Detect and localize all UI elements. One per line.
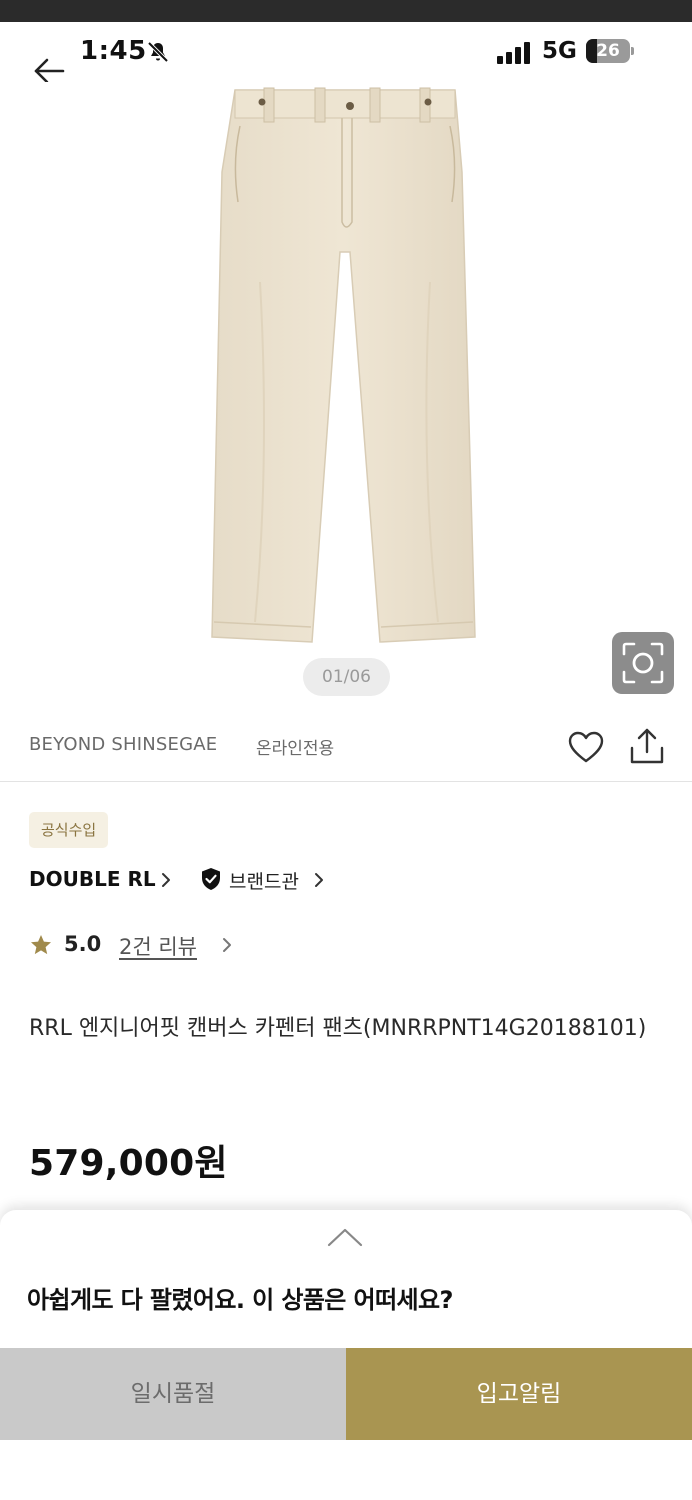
heart-icon[interactable]	[566, 728, 606, 768]
temporarily-sold-out-button[interactable]: 일시품절	[0, 1348, 346, 1440]
online-only-tag: 온라인전용	[256, 739, 335, 759]
pants-product-image	[211, 87, 476, 643]
chevron-up-icon[interactable]	[326, 1226, 364, 1250]
brand-name-link[interactable]: DOUBLE RL	[29, 867, 156, 891]
product-image-gallery[interactable]: 01/06	[0, 82, 692, 704]
verified-shield-icon	[202, 868, 220, 890]
bell-muted-icon	[147, 41, 169, 63]
sold-out-message: 아쉽게도 다 팔렸어요. 이 상품은 어떠세요?	[27, 1286, 453, 1314]
status-bar: 1:45 5G 26	[0, 22, 692, 82]
brand-row: DOUBLE RL 브랜드관	[29, 862, 429, 898]
battery-percent: 26	[596, 41, 620, 61]
seller-row: BEYOND SHINSEGAE 온라인전용	[0, 718, 692, 782]
cellular-signal-icon	[497, 42, 530, 64]
star-icon	[31, 935, 51, 955]
product-title: RRL 엔지니어핏 캔버스 카펜터 팬츠(MNRRPNT14G20188101)	[29, 1016, 647, 1041]
restock-notify-button[interactable]: 입고알림	[346, 1348, 692, 1440]
review-count-link[interactable]: 2건 리뷰	[119, 931, 197, 961]
status-time: 1:45	[80, 36, 147, 66]
top-strip	[0, 0, 692, 22]
rating-row: 5.0 2건 리뷰	[29, 928, 329, 964]
battery-icon: 26	[586, 39, 634, 63]
product-price: 579,000원	[29, 1143, 228, 1184]
lens-search-icon	[622, 642, 664, 684]
network-type: 5G	[542, 38, 577, 64]
lens-search-button[interactable]	[612, 632, 674, 694]
official-import-badge: 공식수입	[29, 812, 109, 848]
rating-value: 5.0	[64, 932, 102, 956]
image-page-counter: 01/06	[303, 658, 390, 696]
share-icon[interactable]	[627, 726, 667, 768]
chevron-right-icon[interactable]	[159, 871, 173, 889]
seller-name[interactable]: BEYOND SHINSEGAE	[29, 734, 217, 755]
chevron-right-icon[interactable]	[312, 871, 326, 889]
brand-hall-link[interactable]: 브랜드관	[229, 867, 299, 894]
chevron-right-icon[interactable]	[220, 936, 234, 954]
